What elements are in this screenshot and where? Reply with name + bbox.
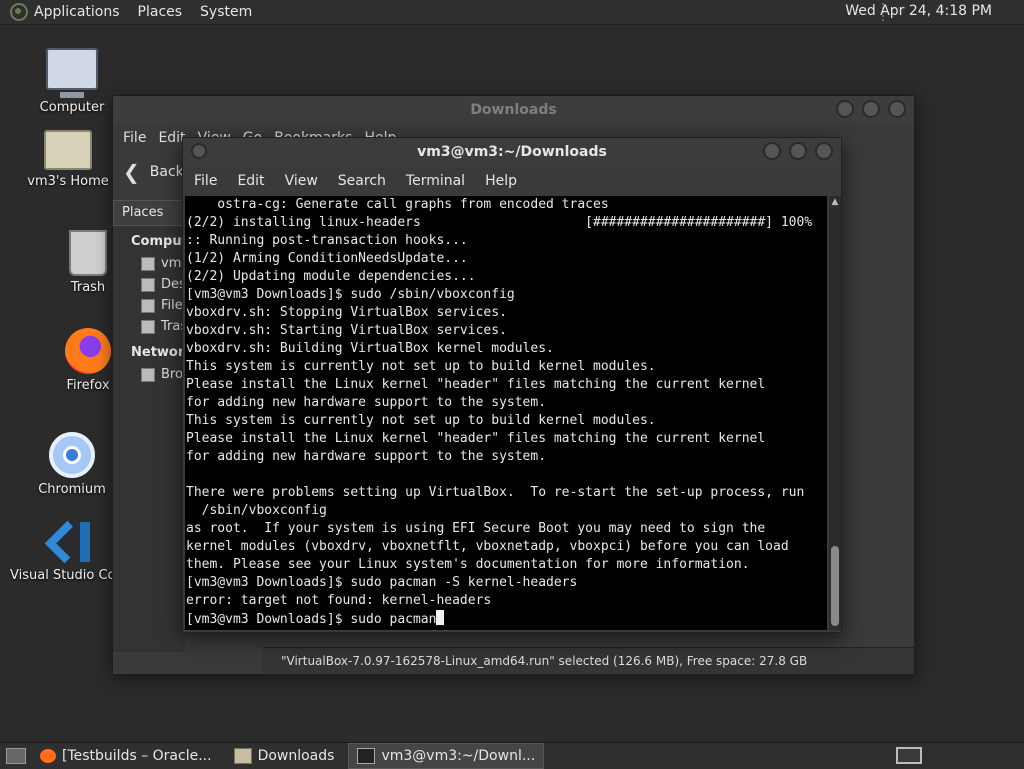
terminal-line: /sbin/vboxconfig xyxy=(186,503,327,518)
sidebar-item-filesystem[interactable]: File System xyxy=(113,295,185,316)
terminal-menubar: File Edit View Search Terminal Help xyxy=(183,166,841,196)
chromium-icon xyxy=(49,432,95,478)
vscode-icon xyxy=(48,520,92,564)
terminal-line: kernel modules (vboxdrv, vboxnetflt, vbo… xyxy=(186,539,789,554)
back-arrow-icon[interactable]: ❮ xyxy=(123,160,140,184)
desktop-icon xyxy=(141,277,155,292)
scrollbar-thumb[interactable] xyxy=(831,546,839,626)
window-controls xyxy=(836,100,906,118)
sidebar-item-home[interactable]: vm3 xyxy=(113,253,185,274)
terminal-window: vm3@vm3:~/Downloads File Edit View Searc… xyxy=(182,137,842,633)
terminal-line: for adding new hardware support to the s… xyxy=(186,395,547,410)
text-cursor xyxy=(436,610,445,625)
sidebar-section-network: Network xyxy=(131,345,193,360)
sidebar-item-desktop[interactable]: Desktop xyxy=(113,274,185,295)
places-label: Places xyxy=(137,4,183,20)
drive-icon xyxy=(141,298,155,313)
applications-menu[interactable]: Applications xyxy=(10,3,120,21)
terminal-line: (2/2) Updating module dependencies... xyxy=(186,269,476,284)
prompt-text: [vm3@vm3 Downloads]$ sudo pacman xyxy=(186,612,437,627)
menu-view[interactable]: View xyxy=(285,173,318,189)
home-folder-icon xyxy=(44,130,92,170)
sidebar-header[interactable]: Places xyxy=(113,200,185,226)
terminal-line: Please install the Linux kernel "header"… xyxy=(186,377,766,392)
terminal-line: Please install the Linux kernel "header"… xyxy=(186,431,766,446)
sidebar-item-browse-network[interactable]: Browse Network xyxy=(113,364,185,385)
folder-icon xyxy=(233,748,252,764)
terminal-line: [vm3@vm3 Downloads]$ sudo pacman -S kern… xyxy=(186,575,578,590)
menu-terminal[interactable]: Terminal xyxy=(406,173,465,189)
computer-icon xyxy=(46,48,98,98)
trash-icon xyxy=(69,230,107,276)
top-menu: Applications Places System xyxy=(0,3,252,21)
menu-edit[interactable]: Edit xyxy=(237,173,264,189)
task-downloads[interactable]: Downloads xyxy=(226,744,343,768)
maximize-button[interactable] xyxy=(789,142,807,160)
top-panel: Applications Places System Wed Apr 24, 4… xyxy=(0,0,1024,25)
terminal-line: them. Please see your Linux system's doc… xyxy=(186,557,750,572)
terminal-line: There were problems setting up VirtualBo… xyxy=(186,485,805,500)
sidebar-item-trash[interactable]: Trash xyxy=(113,316,185,337)
terminal-titlebar[interactable]: vm3@vm3:~/Downloads xyxy=(183,138,841,166)
file-manager-titlebar[interactable]: Downloads xyxy=(113,96,914,124)
terminal-line: ostra-cg: Generate call graphs from enco… xyxy=(186,197,609,212)
terminal-line: This system is currently not set up to b… xyxy=(186,359,656,374)
terminal-line: for adding new hardware support to the s… xyxy=(186,449,547,464)
back-button[interactable]: Back xyxy=(150,164,184,180)
trash-icon xyxy=(141,319,155,334)
scroll-up-arrow-icon[interactable]: ▲ xyxy=(829,196,841,208)
network-icon xyxy=(141,367,155,382)
window-menu-button[interactable] xyxy=(191,143,207,159)
close-button[interactable] xyxy=(815,142,833,160)
terminal-line: (2/2) installing linux-headers [########… xyxy=(186,215,813,230)
terminal-prompt-line[interactable]: [vm3@vm3 Downloads]$ sudo pacman xyxy=(185,610,827,628)
menu-search[interactable]: Search xyxy=(338,173,386,189)
terminal-scrollbar[interactable]: ▲ xyxy=(829,196,841,630)
terminal-line: [vm3@vm3 Downloads]$ sudo /sbin/vboxconf… xyxy=(186,287,515,302)
terminal-output[interactable]: ostra-cg: Generate call graphs from enco… xyxy=(185,196,827,630)
distro-logo-icon xyxy=(10,3,28,21)
terminal-line: :: Running post-transaction hooks... xyxy=(186,233,468,248)
firefox-icon xyxy=(65,328,111,374)
places-menu[interactable]: Places xyxy=(138,4,183,20)
minimize-button[interactable] xyxy=(763,142,781,160)
home-icon xyxy=(141,256,155,271)
terminal-line: This system is currently not set up to b… xyxy=(186,413,656,428)
menu-file[interactable]: File xyxy=(194,173,217,189)
show-desktop-icon[interactable] xyxy=(6,748,26,764)
close-button[interactable] xyxy=(888,100,906,118)
clock[interactable]: Wed Apr 24, 4:18 PM xyxy=(845,3,992,19)
terminal-icon xyxy=(357,748,376,764)
terminal-line: (1/2) Arming ConditionNeedsUpdate... xyxy=(186,251,468,266)
terminal-line: vboxdrv.sh: Building VirtualBox kernel m… xyxy=(186,341,554,356)
sidebar-section-computer: Computer xyxy=(131,234,204,249)
bottom-taskbar: [Testbuilds – Oracle... Downloads vm3@vm… xyxy=(0,742,1024,769)
terminal-line: vboxdrv.sh: Stopping VirtualBox services… xyxy=(186,305,507,320)
applications-label: Applications xyxy=(34,4,120,20)
system-menu[interactable]: System xyxy=(200,4,252,20)
task-firefox[interactable]: [Testbuilds – Oracle... xyxy=(32,744,220,768)
file-manager-statusbar: "VirtualBox-7.0.97-162578-Linux_amd64.ru… xyxy=(263,647,914,674)
terminal-line: error: target not found: kernel-headers xyxy=(186,593,492,608)
firefox-icon xyxy=(40,749,56,763)
maximize-button[interactable] xyxy=(862,100,880,118)
menu-help[interactable]: Help xyxy=(485,173,517,189)
desktop-icon-home[interactable]: vm3's Home xyxy=(18,130,118,189)
window-controls xyxy=(763,142,833,160)
terminal-line: vboxdrv.sh: Starting VirtualBox services… xyxy=(186,323,507,338)
desktop-icon-label: vm3's Home xyxy=(27,174,109,189)
terminal-title: vm3@vm3:~/Downloads xyxy=(417,144,607,160)
minimize-button[interactable] xyxy=(836,100,854,118)
menu-file[interactable]: File xyxy=(123,130,146,146)
system-label: System xyxy=(200,4,253,20)
workspace-switcher[interactable] xyxy=(896,747,922,764)
terminal-line: as root. If your system is using EFI Sec… xyxy=(186,521,766,536)
window-title: Downloads xyxy=(470,102,557,118)
places-sidebar: Places Computer vm3 Desktop File System … xyxy=(113,200,204,652)
task-terminal[interactable]: vm3@vm3:~/Downl... xyxy=(348,743,545,769)
